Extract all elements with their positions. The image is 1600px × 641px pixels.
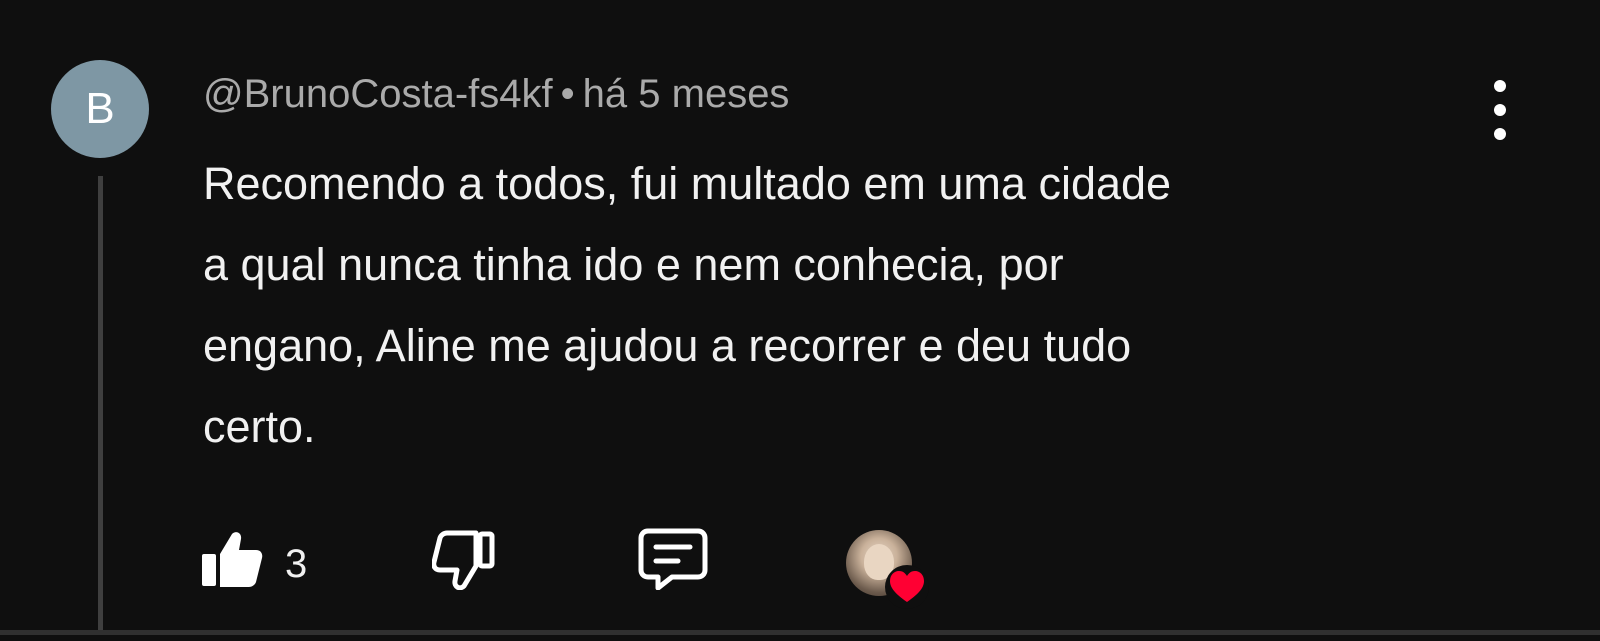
thread-line xyxy=(98,176,103,631)
more-vert-icon-dot xyxy=(1494,128,1506,140)
comment-text-line: engano, Aline me ajudou a recorrer e deu… xyxy=(203,320,1132,371)
comment-header: @BrunoCosta-fs4kf • há 5 meses xyxy=(203,70,789,118)
like-button[interactable] xyxy=(200,530,264,590)
creator-heart-badge xyxy=(846,530,929,610)
thumbs-up-icon xyxy=(202,532,263,587)
like-count: 3 xyxy=(285,542,308,586)
author-avatar-letter: B xyxy=(85,84,115,133)
comment-text-line: a qual nunca tinha ido e nem conhecia, p… xyxy=(203,239,1064,290)
comment-item: B @BrunoCosta-fs4kf • há 5 meses Recomendo… xyxy=(0,0,1600,641)
thumbs-down-icon xyxy=(432,530,495,590)
author-name[interactable]: @BrunoCosta-fs4kf xyxy=(203,72,553,116)
comment-text-line: Recomendo a todos, fui multado em uma ci… xyxy=(203,158,1172,209)
reply-comment-icon xyxy=(638,528,708,590)
reply-button[interactable] xyxy=(638,528,708,590)
more-vert-icon xyxy=(1494,80,1506,92)
more-vert-icon-dot xyxy=(1494,104,1506,116)
heart-icon xyxy=(885,565,929,609)
meta-separator: • xyxy=(560,72,575,116)
author-avatar[interactable]: B xyxy=(51,60,149,158)
comment-text-line: certo. xyxy=(203,401,316,452)
comment-text: Recomendo a todos, fui multado em uma ci… xyxy=(203,143,1463,467)
dislike-button[interactable] xyxy=(432,530,496,590)
comment-timestamp[interactable]: há 5 meses xyxy=(583,72,790,116)
more-options-button[interactable] xyxy=(1480,80,1520,140)
divider xyxy=(0,630,1600,635)
